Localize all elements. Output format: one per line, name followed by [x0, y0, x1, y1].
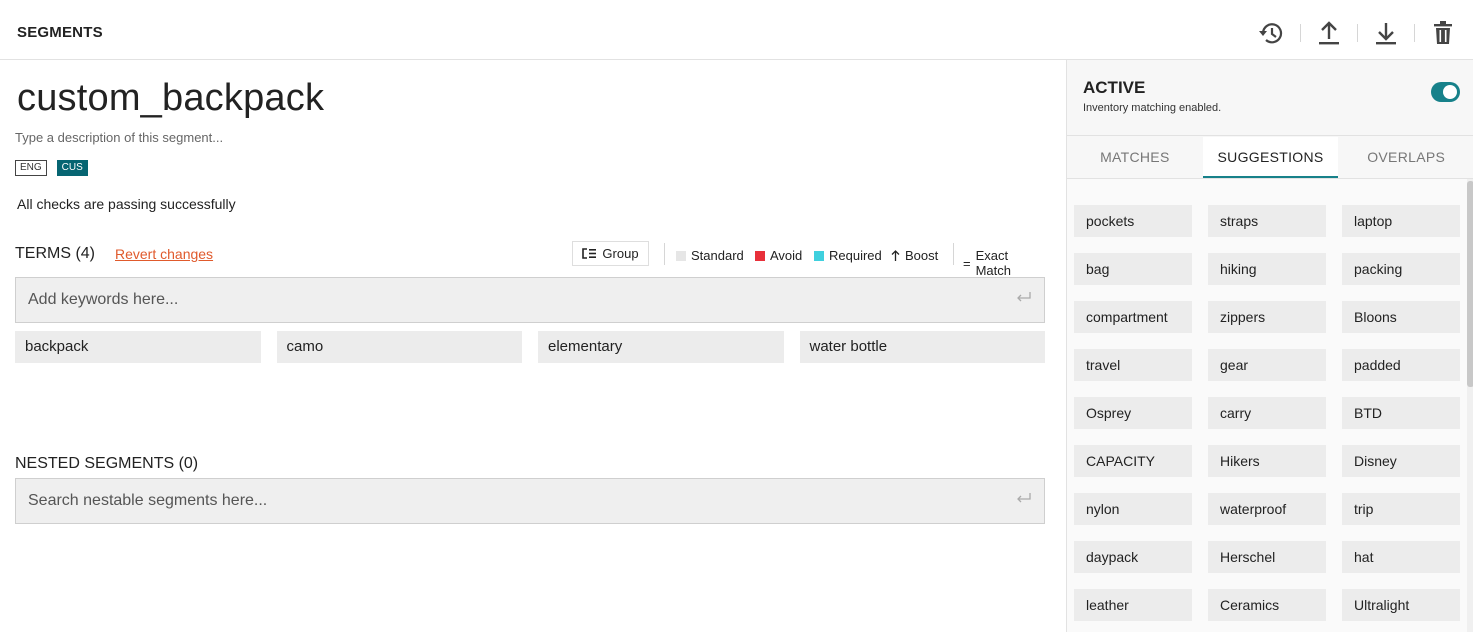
toolbar-divider	[1300, 24, 1301, 42]
status-title: ACTIVE	[1083, 78, 1146, 97]
suggestion-chip[interactable]: packing	[1342, 253, 1460, 285]
scrollbar-thumb[interactable]	[1467, 181, 1473, 387]
language-tag-cus[interactable]: CUS	[56, 160, 88, 176]
top-bar: SEGMENTS	[0, 0, 1473, 60]
term-chip[interactable]: camo	[276, 331, 522, 363]
segment-description[interactable]: Type a description of this segment...	[15, 130, 223, 145]
terms-header: TERMS (4) Revert changes Group Standard …	[15, 241, 1045, 278]
nested-search-box	[15, 478, 1045, 524]
segment-name[interactable]: custom_backpack	[17, 77, 324, 120]
suggestion-chip[interactable]: CAPACITY	[1074, 445, 1192, 477]
suggestion-chip[interactable]: travel	[1074, 349, 1192, 381]
revert-changes-link[interactable]: Revert changes	[115, 246, 213, 262]
upload-button[interactable]	[1309, 18, 1349, 48]
trash-icon	[1434, 21, 1452, 44]
group-button[interactable]: Group	[572, 241, 649, 266]
standard-swatch	[676, 250, 686, 261]
legend-boost: Boost	[891, 248, 938, 263]
side-tabs: MATCHES SUGGESTIONS OVERLAPS	[1067, 137, 1473, 179]
suggestion-chip[interactable]: BTD	[1342, 397, 1460, 429]
download-icon	[1376, 23, 1396, 45]
legend-divider	[664, 243, 665, 265]
suggestion-chip[interactable]: Disney	[1342, 445, 1460, 477]
suggestion-chip[interactable]: Ceramics	[1208, 589, 1326, 621]
nested-segments-title: NESTED SEGMENTS (0)	[15, 455, 199, 472]
suggestion-chip[interactable]: bag	[1074, 253, 1192, 285]
suggestion-chip[interactable]: Hikers	[1208, 445, 1326, 477]
language-tags: ENG CUS	[15, 160, 88, 176]
status-section: ACTIVE Inventory matching enabled.	[1067, 60, 1473, 136]
app-title: SEGMENTS	[17, 24, 103, 41]
avoid-swatch	[755, 250, 765, 261]
suggestion-chip[interactable]: trip	[1342, 493, 1460, 525]
legend-divider	[953, 243, 954, 265]
tab-suggestions[interactable]: SUGGESTIONS	[1202, 137, 1339, 178]
suggestion-chip[interactable]: daypack	[1074, 541, 1192, 573]
legend-boost-label: Boost	[905, 248, 939, 263]
language-tag-eng[interactable]: ENG	[15, 160, 47, 176]
delete-button[interactable]	[1423, 18, 1463, 48]
side-panel: ACTIVE Inventory matching enabled. MATCH…	[1066, 60, 1473, 632]
suggestion-chip[interactable]: padded	[1342, 349, 1460, 381]
equals-icon: =	[963, 255, 971, 271]
legend-avoid: Avoid	[755, 248, 802, 263]
toggle-knob	[1443, 85, 1457, 99]
status-subtitle: Inventory matching enabled.	[1083, 102, 1222, 114]
terms-title: TERMS (4)	[15, 245, 95, 262]
suggestion-chip[interactable]: laptop	[1342, 205, 1460, 237]
suggestion-chip[interactable]: Herschel	[1208, 541, 1326, 573]
suggestions-grid: pockets straps laptop bag hiking packing compa…	[1074, 205, 1460, 621]
term-chip[interactable]: water bottle	[799, 331, 1045, 363]
suggestion-chip[interactable]: Osprey	[1074, 397, 1192, 429]
boost-arrow-icon	[891, 250, 900, 261]
active-toggle[interactable]	[1431, 82, 1460, 102]
nested-search-input[interactable]	[16, 479, 976, 523]
keyword-input[interactable]	[16, 278, 976, 322]
scrollbar[interactable]	[1467, 179, 1473, 632]
required-swatch	[814, 250, 824, 261]
keyword-input-box	[15, 277, 1045, 323]
legend-exact-label: Exact Match	[975, 248, 1011, 278]
term-chip[interactable]: backpack	[15, 331, 261, 363]
suggestion-chip[interactable]: zippers	[1208, 301, 1326, 333]
toolbar-divider	[1357, 24, 1358, 42]
history-icon	[1259, 23, 1283, 44]
upload-icon	[1319, 21, 1339, 45]
tab-overlaps[interactable]: OVERLAPS	[1338, 137, 1473, 178]
suggestion-chip[interactable]: nylon	[1074, 493, 1192, 525]
segment-editor: custom_backpack Type a description of th…	[0, 60, 1066, 632]
suggestion-chip[interactable]: leather	[1074, 589, 1192, 621]
legend-exact-match: = Exact Match	[963, 248, 1045, 278]
term-chip[interactable]: elementary	[538, 331, 784, 363]
suggestion-chip[interactable]: Bloons	[1342, 301, 1460, 333]
suggestions-panel: pockets straps laptop bag hiking packing compa…	[1067, 179, 1473, 632]
suggestion-chip[interactable]: hiking	[1208, 253, 1326, 285]
enter-icon[interactable]	[1016, 291, 1032, 303]
legend-standard: Standard	[676, 248, 744, 263]
suggestion-chip[interactable]: hat	[1342, 541, 1460, 573]
legend-required-label: Required	[829, 248, 882, 263]
toolbar	[1252, 18, 1463, 48]
legend-avoid-label: Avoid	[770, 248, 803, 263]
tab-matches[interactable]: MATCHES	[1067, 137, 1203, 178]
suggestion-chip[interactable]: waterproof	[1208, 493, 1326, 525]
terms-list: backpack camo elementary water bottle	[15, 331, 1045, 363]
suggestion-chip[interactable]: gear	[1208, 349, 1326, 381]
group-icon	[582, 248, 597, 259]
group-label: Group	[602, 246, 639, 261]
suggestion-chip[interactable]: pockets	[1074, 205, 1192, 237]
enter-icon[interactable]	[1016, 492, 1032, 504]
suggestion-chip[interactable]: compartment	[1074, 301, 1192, 333]
check-status: All checks are passing successfully	[17, 196, 236, 212]
suggestion-chip[interactable]: Ultralight	[1342, 589, 1460, 621]
download-button[interactable]	[1366, 18, 1406, 48]
legend-standard-label: Standard	[691, 248, 744, 263]
history-button[interactable]	[1252, 18, 1292, 48]
toolbar-divider	[1414, 24, 1415, 42]
suggestion-chip[interactable]: carry	[1208, 397, 1326, 429]
legend-required: Required	[814, 248, 882, 263]
suggestion-chip[interactable]: straps	[1208, 205, 1326, 237]
